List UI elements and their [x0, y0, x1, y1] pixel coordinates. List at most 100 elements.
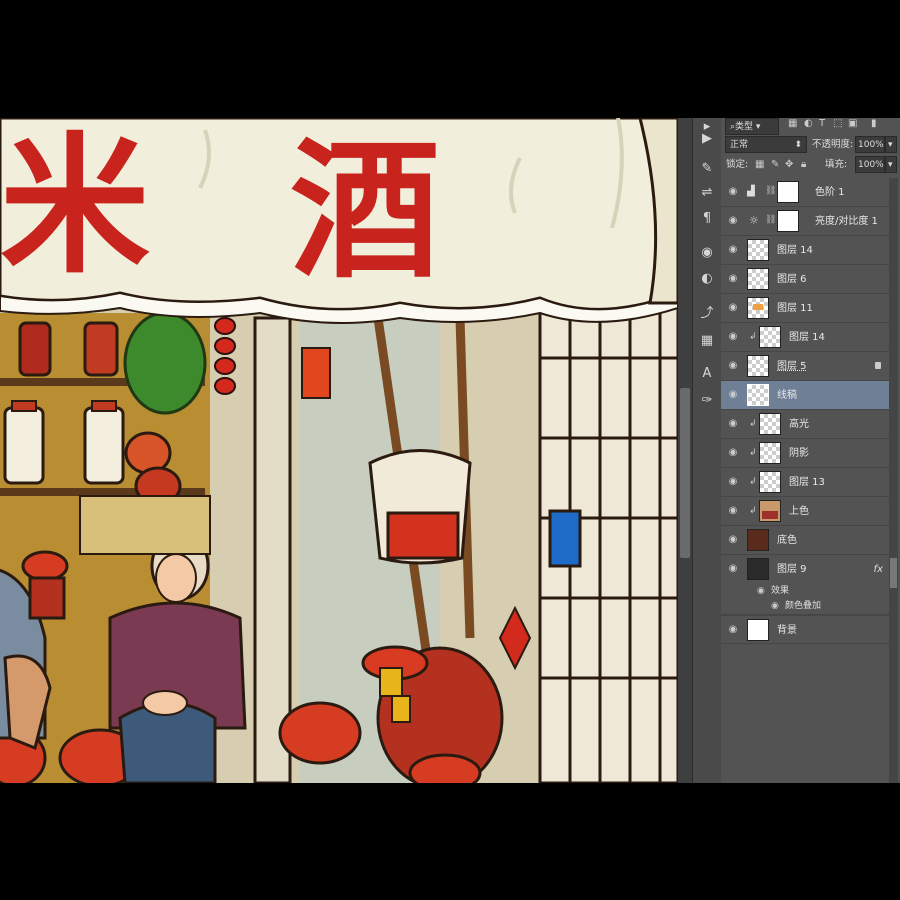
clipping-mask-icon: ↲: [749, 477, 757, 487]
filter-pixel-icon[interactable]: ▦: [788, 118, 797, 129]
layer-thumbnail[interactable]: [747, 239, 769, 261]
eye-icon[interactable]: ◉: [727, 534, 739, 546]
fx-icon[interactable]: fx: [874, 555, 883, 584]
eye-icon[interactable]: ◉: [771, 599, 779, 614]
layer-row[interactable]: ◉ ↲ 图层 13: [721, 468, 889, 497]
eye-icon[interactable]: ◉: [727, 273, 739, 285]
opacity-value: 100%: [858, 140, 884, 150]
eye-icon[interactable]: ◉: [727, 447, 739, 459]
layer-name: 亮度/对比度 1: [815, 216, 878, 227]
adjust-sliders-icon[interactable]: ⇌: [696, 182, 718, 204]
layer-row[interactable]: ◉ 图层 9 fx: [721, 555, 889, 584]
paragraph-icon[interactable]: ¶: [696, 208, 718, 230]
eye-icon[interactable]: ◉: [727, 331, 739, 343]
layer-row[interactable]: ◉ ▟ ⛓ 色阶 1: [721, 178, 889, 207]
layer-row[interactable]: ◉ ↲ 阴影: [721, 439, 889, 468]
layer-thumbnail[interactable]: [747, 384, 769, 406]
eye-icon[interactable]: ◉: [727, 624, 739, 636]
layer-thumbnail[interactable]: [747, 268, 769, 290]
layer-name: 上色: [789, 506, 809, 517]
effect-item-label: 颜色叠加: [785, 601, 822, 611]
eye-icon[interactable]: ◉: [727, 418, 739, 430]
layer-row[interactable]: ◉ 背景: [721, 615, 889, 644]
layer-thumbnail[interactable]: [747, 529, 769, 551]
fill-input[interactable]: 100%: [855, 156, 885, 173]
layer-thumbnail[interactable]: [759, 500, 781, 522]
filter-toggle-icon[interactable]: ▮: [871, 118, 877, 129]
adjustments-icon[interactable]: ◐: [696, 268, 718, 290]
lock-image-icon[interactable]: ✎: [771, 156, 779, 173]
actions-icon[interactable]: ⤴: [696, 303, 718, 325]
layer-thumbnail[interactable]: [747, 558, 769, 580]
layer-name: 图层 6: [777, 274, 807, 285]
effect-item-row[interactable]: ◉ 颜色叠加: [721, 599, 889, 615]
layer-name: 线稿: [777, 390, 797, 401]
layer-row[interactable]: ◉ 图层 5: [721, 352, 889, 381]
layers-scrollbar[interactable]: [889, 178, 898, 783]
layer-row[interactable]: ◉ 图层 6: [721, 265, 889, 294]
layer-row[interactable]: ◉ ↲ 图层 14: [721, 323, 889, 352]
layer-row-selected[interactable]: ◉ 线稿: [721, 381, 889, 410]
eye-icon[interactable]: ◉: [727, 244, 739, 256]
illustration: 米 酒: [0, 118, 678, 783]
layers-scroll-thumb[interactable]: [890, 558, 897, 588]
layer-name: 底色: [777, 535, 797, 546]
channels-icon[interactable]: ◉: [696, 242, 718, 264]
eye-icon[interactable]: ◉: [727, 302, 739, 314]
lock-icon: [875, 362, 881, 369]
layer-thumbnail[interactable]: [747, 619, 769, 641]
layer-mask-thumbnail[interactable]: [777, 210, 799, 232]
document-canvas[interactable]: 米 酒: [0, 118, 678, 783]
brightness-icon: ☼: [749, 214, 759, 227]
play-icon[interactable]: ▶: [696, 128, 718, 150]
filter-type-icon[interactable]: T: [819, 118, 825, 129]
lock-position-icon[interactable]: ✥: [785, 156, 793, 173]
eye-icon[interactable]: ◉: [727, 563, 739, 575]
brush-icon[interactable]: ✑: [696, 390, 718, 412]
layer-row[interactable]: ◉ 图层 14: [721, 236, 889, 265]
link-icon: ⛓: [765, 215, 777, 225]
photoshop-workspace: 米 酒 ▸ ▶ ✎ ⇌ ¶ ◉ ◐ ⤴ ▦ A ✑ ⌕类型 ▾ ▦ ◐ T ⬚ …: [0, 118, 900, 783]
layer-name: 图层 14: [777, 245, 813, 256]
character-icon[interactable]: A: [696, 363, 718, 385]
layer-row[interactable]: ◉ 底色: [721, 526, 889, 555]
layer-thumbnail[interactable]: [759, 413, 781, 435]
eye-icon[interactable]: ◉: [757, 584, 765, 599]
eye-icon[interactable]: ◉: [727, 389, 739, 401]
canvas-scroll-thumb[interactable]: [680, 388, 690, 558]
blend-mode-dropdown[interactable]: 正常 ⬍: [725, 136, 807, 153]
fill-dropdown-arrow[interactable]: ▾: [885, 156, 897, 173]
filter-smart-icon[interactable]: ▣: [848, 118, 857, 129]
layer-row[interactable]: ◉ ↲ 上色: [721, 497, 889, 526]
layer-thumbnail[interactable]: [747, 297, 769, 319]
filter-kind-label: 类型: [735, 122, 754, 132]
lock-transparent-icon[interactable]: ▦: [755, 156, 764, 173]
brush-settings-icon[interactable]: ✎: [696, 158, 718, 180]
opacity-dropdown-arrow[interactable]: ▾: [885, 136, 897, 153]
eye-icon[interactable]: ◉: [727, 360, 739, 372]
layer-thumbnail[interactable]: [759, 326, 781, 348]
lock-all-icon[interactable]: 🔒︎: [801, 156, 806, 173]
eye-icon[interactable]: ◉: [727, 215, 739, 227]
filter-kind-dropdown[interactable]: ⌕类型 ▾: [725, 118, 779, 135]
layer-name: 图层 11: [777, 303, 813, 314]
swatches-icon[interactable]: ▦: [696, 330, 718, 352]
layer-mask-thumbnail[interactable]: [777, 181, 799, 203]
filter-shape-icon[interactable]: ⬚: [833, 118, 842, 129]
layer-name: 高光: [789, 419, 809, 430]
layer-row[interactable]: ◉ ☼ ⛓ 亮度/对比度 1: [721, 207, 889, 236]
eye-icon[interactable]: ◉: [727, 186, 739, 198]
layer-thumbnail[interactable]: [747, 355, 769, 377]
layer-thumbnail[interactable]: [759, 471, 781, 493]
layer-row[interactable]: ◉ ↲ 高光: [721, 410, 889, 439]
eye-icon[interactable]: ◉: [727, 476, 739, 488]
effects-row[interactable]: ◉ 效果: [721, 584, 889, 599]
lock-row: 锁定: ▦ ✎ ✥ 🔒︎ 填充: 100% ▾: [721, 156, 900, 178]
canvas-vertical-scrollbar[interactable]: [678, 118, 692, 783]
layer-name: 图层 14: [789, 332, 825, 343]
opacity-input[interactable]: 100%: [855, 136, 885, 153]
layer-thumbnail[interactable]: [759, 442, 781, 464]
filter-adjustment-icon[interactable]: ◐: [804, 118, 813, 129]
eye-icon[interactable]: ◉: [727, 505, 739, 517]
layer-row[interactable]: ◉ 图层 11: [721, 294, 889, 323]
